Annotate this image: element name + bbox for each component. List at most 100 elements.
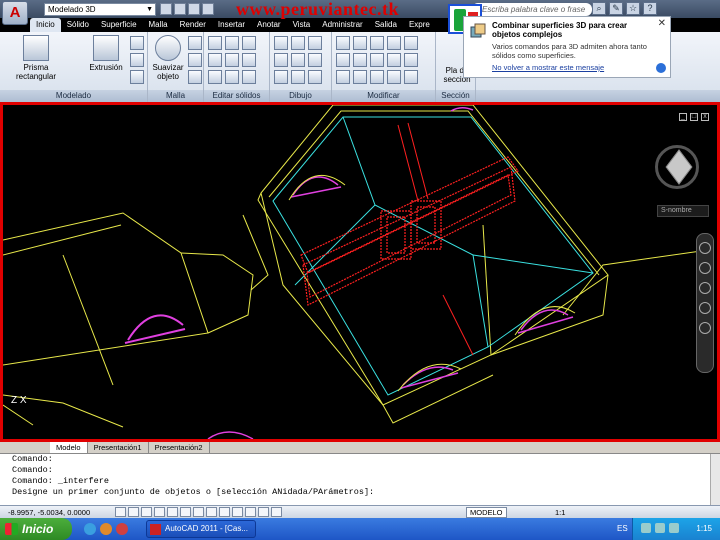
drawing-viewport[interactable]: _ □ x S-nombre Z X [0, 102, 720, 442]
viewcube-face[interactable] [665, 149, 693, 185]
qp-icon[interactable] [258, 507, 269, 517]
polygon-icon[interactable] [308, 53, 322, 67]
shell-icon[interactable] [208, 70, 222, 84]
extrusion-button[interactable]: Extrusión [84, 35, 128, 72]
copy-icon[interactable] [387, 70, 401, 84]
open-icon[interactable] [174, 3, 186, 15]
otrack-icon[interactable] [193, 507, 204, 517]
command-scrollbar[interactable] [710, 454, 720, 506]
new-icon[interactable] [160, 3, 172, 15]
workspace-selector[interactable]: Modelado 3D ▼ [44, 3, 156, 16]
ellipse-icon[interactable] [308, 70, 322, 84]
steering-wheel-icon[interactable] [699, 242, 711, 254]
rectangle-icon[interactable] [274, 53, 288, 67]
circle-icon[interactable] [308, 36, 322, 50]
snap-icon[interactable] [115, 507, 126, 517]
tab-administrar[interactable]: Administrar [316, 18, 368, 32]
intersect-icon[interactable] [242, 36, 256, 50]
layout-nav-arrows[interactable] [0, 442, 50, 453]
spline-icon[interactable] [291, 70, 305, 84]
taskbar-autocad-button[interactable]: AutoCAD 2011 - [Cas... [146, 520, 256, 538]
3dosnap-icon[interactable] [180, 507, 191, 517]
loft-icon[interactable] [130, 70, 144, 84]
panel-label-modificar[interactable]: Modificar [332, 90, 435, 102]
extract-edges-icon[interactable] [208, 53, 222, 67]
save-icon[interactable] [188, 3, 200, 15]
pentagon-icon[interactable] [274, 70, 288, 84]
chamfer-icon[interactable] [404, 70, 418, 84]
star-icon[interactable]: ☆ [626, 2, 640, 15]
mesh-crease-icon[interactable] [188, 70, 202, 84]
orbit-icon[interactable] [699, 302, 711, 314]
tab-malla[interactable]: Malla [143, 18, 174, 32]
ucs-menu[interactable]: S-nombre [657, 205, 709, 217]
mesh-icon[interactable] [188, 36, 202, 50]
tray-volume-icon[interactable] [655, 523, 665, 533]
tab-salida[interactable]: Salida [369, 18, 403, 32]
move-icon[interactable] [336, 36, 350, 50]
tray-network-icon[interactable] [641, 523, 651, 533]
tab-render[interactable]: Render [174, 18, 212, 32]
zoom-icon[interactable] [699, 282, 711, 294]
balloon-dismiss-link[interactable]: No volver a mostrar este mensaje [492, 63, 664, 72]
trim-icon[interactable] [370, 53, 384, 67]
pan-hand-icon[interactable] [699, 262, 711, 274]
polyline-icon[interactable] [274, 36, 288, 50]
gizmo-icon[interactable] [336, 70, 350, 84]
undo-icon[interactable] [202, 3, 214, 15]
tab-expre[interactable]: Expre [403, 18, 436, 32]
mirror-icon[interactable] [387, 36, 401, 50]
firefox-icon[interactable] [100, 523, 112, 535]
line-icon[interactable] [291, 53, 305, 67]
tab-modelo[interactable]: Modelo [50, 442, 88, 453]
app-icon[interactable] [116, 523, 128, 535]
tray-security-icon[interactable] [669, 523, 679, 533]
erase-icon[interactable] [370, 70, 384, 84]
separate-icon[interactable] [225, 70, 239, 84]
offset-icon[interactable] [353, 70, 367, 84]
grid-icon[interactable] [128, 507, 139, 517]
polar-icon[interactable] [154, 507, 165, 517]
explode-icon[interactable] [404, 53, 418, 67]
panel-label-editar-solidos[interactable]: Editar sólidos [204, 90, 269, 102]
revolve-icon[interactable] [130, 36, 144, 50]
close-icon[interactable]: x [701, 113, 709, 121]
arc-icon[interactable] [291, 36, 305, 50]
panel-label-modelado[interactable]: Modelado [0, 90, 147, 102]
prisma-rectangular-button[interactable]: Prisma rectangular [6, 35, 66, 81]
tab-presentacion1[interactable]: Presentación1 [88, 442, 149, 453]
start-button[interactable]: Inicio [0, 518, 72, 540]
tab-insertar[interactable]: Insertar [212, 18, 251, 32]
union-icon[interactable] [208, 36, 222, 50]
minimize-icon[interactable]: _ [679, 113, 687, 121]
tab-anotar[interactable]: Anotar [251, 18, 287, 32]
viewcube[interactable] [655, 145, 699, 189]
tab-superficie[interactable]: Superficie [95, 18, 143, 32]
imprint-icon[interactable] [225, 53, 239, 67]
tab-solido[interactable]: Sólido [61, 18, 95, 32]
tab-presentacion2[interactable]: Presentación2 [149, 442, 210, 453]
tab-vista[interactable]: Vista [287, 18, 317, 32]
panel-label-malla[interactable]: Malla [148, 90, 203, 102]
sweep-icon[interactable] [130, 53, 144, 67]
subtract-icon[interactable] [225, 36, 239, 50]
stretch-icon[interactable] [353, 53, 367, 67]
scale-icon[interactable] [336, 53, 350, 67]
ortho-icon[interactable] [141, 507, 152, 517]
application-menu-button[interactable]: A [2, 1, 28, 25]
sc-icon[interactable] [271, 507, 282, 517]
tpy-icon[interactable] [245, 507, 256, 517]
osnap-icon[interactable] [167, 507, 178, 517]
language-indicator[interactable]: ES [617, 524, 628, 533]
fillet-icon[interactable] [387, 53, 401, 67]
command-window[interactable]: Comando: Comando: Comando: _interfere De… [0, 453, 720, 506]
rotate3d-icon[interactable] [353, 36, 367, 50]
mesh-refine-icon[interactable] [188, 53, 202, 67]
tools-icon[interactable]: ✎ [609, 2, 623, 15]
panel-label-seccion[interactable]: Sección [436, 90, 475, 102]
fillet-edge-icon[interactable] [242, 53, 256, 67]
array-icon[interactable] [404, 36, 418, 50]
close-icon[interactable]: ✕ [658, 18, 666, 29]
tab-inicio[interactable]: Inicio [30, 18, 61, 32]
restore-icon[interactable]: □ [690, 113, 698, 121]
